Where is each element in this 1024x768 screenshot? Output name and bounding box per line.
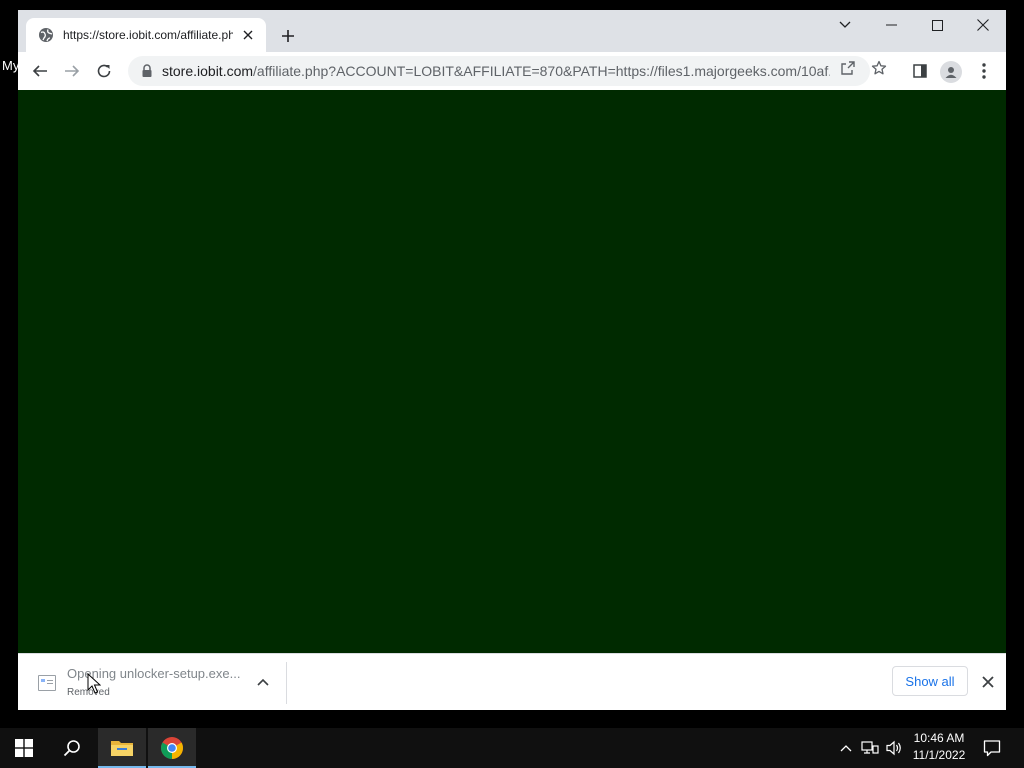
tab-search-button[interactable] [822, 10, 868, 40]
back-button[interactable] [26, 57, 54, 85]
tab-close-icon[interactable] [239, 26, 257, 44]
mouse-cursor-icon [87, 672, 102, 695]
side-panel-icon[interactable] [906, 57, 934, 85]
tab-title: https://store.iobit.com/affiliate.php [63, 28, 233, 42]
lock-icon[interactable] [140, 64, 154, 78]
share-icon[interactable] [839, 59, 857, 77]
url-path: /affiliate.php?ACCOUNT=LOBIT&AFFILIATE=8… [253, 63, 830, 79]
folder-icon [111, 741, 133, 756]
search-button[interactable] [48, 728, 96, 768]
search-icon [63, 740, 80, 757]
chevron-up-icon[interactable] [254, 673, 272, 691]
show-all-button[interactable]: Show all [892, 666, 968, 696]
browser-toolbar: store.iobit.com/affiliate.php?ACCOUNT=LO… [18, 52, 1006, 91]
taskbar-clock[interactable]: 10:46 AM 11/1/2022 [906, 730, 972, 768]
page-content [18, 90, 1006, 653]
file-icon [38, 675, 56, 691]
browser-tab[interactable]: https://store.iobit.com/affiliate.php [26, 18, 266, 52]
bookmark-star-icon[interactable] [870, 59, 888, 77]
chrome-icon [161, 737, 183, 759]
globe-icon [38, 27, 54, 43]
address-bar[interactable]: store.iobit.com/affiliate.php?ACCOUNT=LO… [128, 56, 870, 86]
taskbar: 10:46 AM 11/1/2022 [0, 728, 1024, 768]
show-hidden-icons-chevron-icon[interactable] [836, 738, 856, 758]
taskbar-file-explorer[interactable] [98, 728, 146, 768]
browser-menu-icon[interactable] [970, 57, 998, 85]
network-icon[interactable] [860, 738, 880, 758]
divider [286, 662, 287, 704]
desktop-icon-label: My [2, 58, 20, 73]
new-tab-button[interactable] [276, 24, 300, 48]
clock-date: 11/1/2022 [912, 748, 966, 762]
start-button[interactable] [0, 728, 48, 768]
close-icon[interactable] [978, 672, 998, 692]
tab-strip: https://store.iobit.com/affiliate.php [18, 10, 1006, 52]
download-item[interactable]: Opening unlocker-setup.exe... Removed [18, 654, 286, 710]
url-text: store.iobit.com/affiliate.php?ACCOUNT=LO… [162, 63, 830, 79]
close-window-button[interactable] [960, 10, 1006, 40]
notification-center-icon[interactable] [982, 738, 1002, 758]
volume-icon[interactable] [884, 738, 904, 758]
reload-button[interactable] [90, 57, 118, 85]
clock-time: 10:46 AM [913, 731, 965, 745]
browser-window: https://store.iobit.com/affiliate.php st… [18, 10, 1006, 710]
windows-logo-icon [15, 739, 33, 757]
taskbar-chrome[interactable] [148, 728, 196, 768]
maximize-button[interactable] [914, 10, 960, 40]
profile-avatar-icon[interactable] [940, 61, 962, 83]
forward-button[interactable] [58, 57, 86, 85]
url-host: store.iobit.com [162, 63, 254, 79]
minimize-button[interactable] [868, 10, 914, 40]
download-shelf: Opening unlocker-setup.exe... Removed Sh… [18, 653, 1006, 710]
